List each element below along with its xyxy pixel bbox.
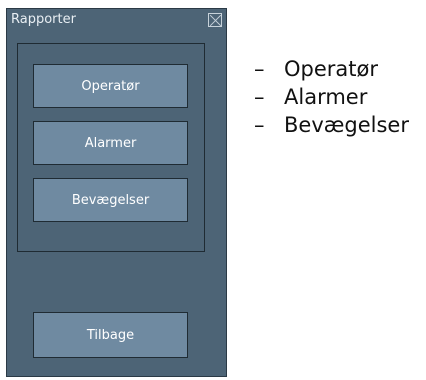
report-options-list: Operatør Alarmer Bevægelser [254, 55, 409, 139]
movements-button[interactable]: Bevægelser [33, 178, 188, 222]
operator-button[interactable]: Operatør [33, 64, 188, 108]
list-item: Operatør [254, 55, 409, 83]
alarms-button[interactable]: Alarmer [33, 121, 188, 165]
alarms-button-label: Alarmer [84, 135, 137, 151]
movements-button-label: Bevægelser [71, 192, 150, 208]
list-item: Alarmer [254, 83, 409, 111]
close-icon[interactable] [208, 13, 222, 27]
window-title: Rapporter [11, 12, 76, 27]
list-item: Bevægelser [254, 111, 409, 139]
back-button[interactable]: Tilbage [33, 312, 188, 358]
back-button-label: Tilbage [86, 327, 135, 343]
operator-button-label: Operatør [81, 78, 140, 94]
title-bar: Rapporter [7, 9, 226, 31]
